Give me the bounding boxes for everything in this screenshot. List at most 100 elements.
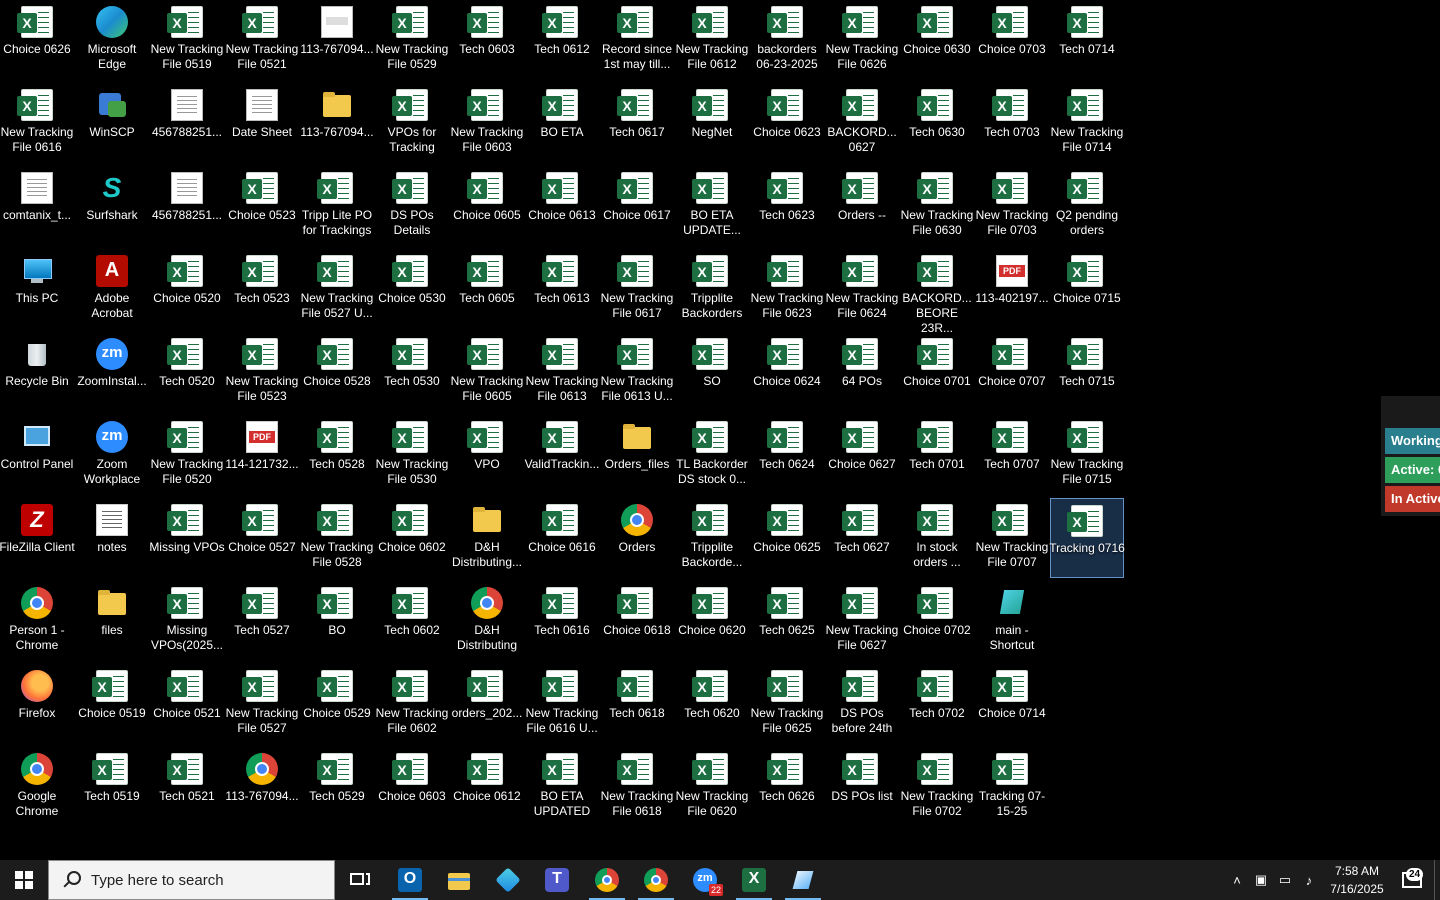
desktop-icon[interactable]: Choice 0523	[225, 166, 299, 246]
desktop-icon[interactable]: Choice 0703	[975, 0, 1049, 80]
desktop-icon[interactable]: Tech 0612	[525, 0, 599, 80]
desktop-icon[interactable]: Choice 0714	[975, 664, 1049, 744]
desktop-icon[interactable]: Choice 0617	[600, 166, 674, 246]
taskbar-app-teams[interactable]	[533, 860, 581, 900]
desktop-icon[interactable]: Tech 0528	[300, 415, 374, 495]
desktop-icon[interactable]: Missing VPOs(2025...	[150, 581, 224, 661]
desktop-icon[interactable]: 114-121732...	[225, 415, 299, 495]
desktop-icon[interactable]: New Tracking File 0616 U...	[525, 664, 599, 744]
desktop-icon[interactable]: Choice 0618	[600, 581, 674, 661]
desktop-icon[interactable]: Choice 0613	[525, 166, 599, 246]
desktop-icon[interactable]: New Tracking File 0626	[825, 0, 899, 80]
desktop-icon[interactable]: New Tracking File 0527 U...	[300, 249, 374, 329]
desktop-icon[interactable]: Choice 0626	[0, 0, 74, 80]
desktop-icon[interactable]: Tripp Lite PO for Trackings	[300, 166, 374, 246]
desktop-icon[interactable]: Tracking 07-15-25	[975, 747, 1049, 827]
desktop-icon[interactable]: Tech 0707	[975, 415, 1049, 495]
desktop-icon[interactable]: BO ETA	[525, 83, 599, 163]
desktop-icon[interactable]: New Tracking File 0617	[600, 249, 674, 329]
clock[interactable]: 7:58 AM 7/16/2025	[1322, 862, 1392, 898]
desktop-icon[interactable]: BO	[300, 581, 374, 661]
network-icon[interactable]: ▭	[1273, 860, 1297, 900]
desktop-icon[interactable]: Tech 0627	[825, 498, 899, 578]
desktop-icon[interactable]: BACKORD... BEORE 23R...	[900, 249, 974, 335]
desktop-icon[interactable]: Tech 0530	[375, 332, 449, 412]
desktop-icon[interactable]: New Tracking File 0620	[675, 747, 749, 827]
desktop-icon[interactable]: New Tracking File 0613 U...	[600, 332, 674, 412]
desktop-icon[interactable]: TL Backorder DS stock 0...	[675, 415, 749, 495]
desktop-icon[interactable]: New Tracking File 0616	[0, 83, 74, 163]
desktop-icon[interactable]: VPO	[450, 415, 524, 495]
desktop-icon[interactable]: DS POs Details	[375, 166, 449, 246]
desktop-icon[interactable]: BACKORD... 0627	[825, 83, 899, 163]
desktop-icon[interactable]: Choice 0616	[525, 498, 599, 578]
desktop-icon[interactable]: Firefox	[0, 664, 74, 744]
desktop-icon[interactable]: New Tracking File 0527	[225, 664, 299, 744]
desktop-icon[interactable]: New Tracking File 0702	[900, 747, 974, 827]
status-widget-row[interactable]: In Active	[1385, 486, 1440, 512]
desktop-icon[interactable]: Choice 0603	[375, 747, 449, 827]
desktop-icon[interactable]: New Tracking File 0624	[825, 249, 899, 329]
desktop-icon[interactable]: New Tracking File 0618	[600, 747, 674, 827]
desktop-icon[interactable]: Zoom Workplace	[75, 415, 149, 495]
desktop-icon[interactable]: backorders 06-23-2025	[750, 0, 824, 80]
status-widget-row[interactable]: Active: 0	[1385, 457, 1440, 483]
desktop-icon[interactable]: Choice 0627	[825, 415, 899, 495]
desktop-icon[interactable]: Choice 0701	[900, 332, 974, 412]
desktop-icon[interactable]: Choice 0528	[300, 332, 374, 412]
desktop-icon[interactable]: Choice 0702	[900, 581, 974, 661]
show-desktop-button[interactable]	[1434, 860, 1440, 900]
desktop-icon[interactable]: Tech 0715	[1050, 332, 1124, 412]
desktop-icon[interactable]: Tech 0605	[450, 249, 524, 329]
desktop-icon[interactable]: Tech 0620	[675, 664, 749, 744]
desktop-icon[interactable]: Control Panel	[0, 415, 74, 495]
desktop-icon[interactable]: Tech 0630	[900, 83, 974, 163]
desktop-icon[interactable]: New Tracking File 0613	[525, 332, 599, 412]
desktop-icon[interactable]: New Tracking File 0714	[1050, 83, 1124, 163]
desktop-icon[interactable]: Orders --	[825, 166, 899, 246]
desktop-icon[interactable]: WinSCP	[75, 83, 149, 163]
desktop-icon[interactable]: Tech 0623	[750, 166, 824, 246]
desktop-icon[interactable]: Choice 0707	[975, 332, 1049, 412]
desktop-icon[interactable]: Date Sheet	[225, 83, 299, 163]
desktop-icon[interactable]: BO ETA UPDATED	[525, 747, 599, 827]
desktop-icon[interactable]: Person 1 - Chrome	[0, 581, 74, 661]
desktop-icon[interactable]: Choice 0520	[150, 249, 224, 329]
taskbar-app-chrome[interactable]	[632, 860, 680, 900]
desktop-icon[interactable]: Tripplite Backorders	[675, 249, 749, 329]
taskbar-app-app3[interactable]	[484, 860, 532, 900]
desktop-icon[interactable]: Choice 0521	[150, 664, 224, 744]
desktop-icon[interactable]: Orders_files	[600, 415, 674, 495]
desktop-icon[interactable]: Orders	[600, 498, 674, 578]
desktop-icon[interactable]: Tech 0527	[225, 581, 299, 661]
desktop-icon[interactable]: New Tracking File 0627	[825, 581, 899, 661]
desktop-icon[interactable]: Missing VPOs	[149, 498, 225, 578]
desktop-icon[interactable]: Tech 0602	[375, 581, 449, 661]
volume-icon[interactable]: ♪	[1297, 860, 1321, 900]
desktop-icon[interactable]: New Tracking File 0519	[150, 0, 224, 80]
taskbar-app-chrome[interactable]	[583, 860, 631, 900]
desktop-icon[interactable]: Tech 0624	[750, 415, 824, 495]
desktop-icon[interactable]: Google Chrome	[0, 747, 74, 827]
desktop-icon[interactable]: New Tracking File 0520	[150, 415, 224, 495]
desktop-icon[interactable]: New Tracking File 0707	[975, 498, 1049, 578]
desktop-icon[interactable]: Tripplite Backorde...	[675, 498, 749, 578]
notification-center-button[interactable]: 24	[1392, 860, 1432, 900]
status-widget-row[interactable]: Working	[1385, 428, 1440, 454]
desktop-icon[interactable]: Choice 0527	[225, 498, 299, 578]
desktop-icon[interactable]: Tech 0520	[150, 332, 224, 412]
desktop-icon[interactable]: 113-767094...	[300, 0, 374, 80]
desktop-icon[interactable]: Q2 pending orders	[1050, 166, 1124, 246]
desktop-icon[interactable]: New Tracking File 0528	[300, 498, 374, 578]
chevron-up-icon[interactable]: ˄	[1225, 860, 1249, 900]
desktop-icon[interactable]: This PC	[0, 249, 74, 329]
desktop-icon[interactable]: Record since 1st may till...	[600, 0, 674, 80]
desktop-icon[interactable]: FileZilla Client	[0, 498, 75, 578]
taskbar-app-app9[interactable]	[779, 860, 827, 900]
desktop-icon[interactable]: Surfshark	[75, 166, 149, 246]
security-icon[interactable]: ▣	[1249, 860, 1273, 900]
desktop-icon[interactable]: New Tracking File 0612	[675, 0, 749, 80]
desktop-icon[interactable]: Tech 0613	[525, 249, 599, 329]
desktop-icon[interactable]: Tech 0702	[900, 664, 974, 744]
desktop-icon[interactable]: Choice 0630	[900, 0, 974, 80]
